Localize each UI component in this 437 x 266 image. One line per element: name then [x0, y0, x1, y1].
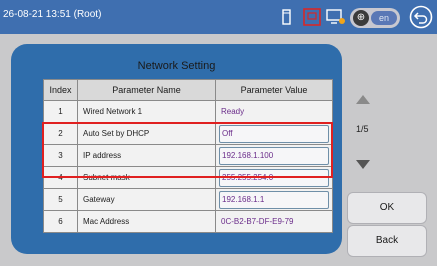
row-name: Auto Set by DHCP: [77, 122, 216, 145]
table-row[interactable]: 3 IP address 192.168.1.100: [43, 144, 333, 167]
table-row[interactable]: 1 Wired Network 1 Ready: [43, 100, 333, 123]
row-value: Ready: [221, 106, 245, 116]
header-value: Parameter Value: [215, 79, 333, 101]
subnet-mask-field[interactable]: 255.255.254.0: [219, 168, 329, 187]
row-name: Gateway: [77, 188, 216, 211]
ip-address-field[interactable]: 192.168.1.100: [219, 146, 329, 165]
header-name: Parameter Name: [77, 79, 216, 101]
page-up-icon[interactable]: [356, 95, 370, 104]
row-name: IP address: [77, 144, 216, 167]
panel-title: Network Setting: [137, 60, 216, 72]
dhcp-value-field[interactable]: Off: [219, 124, 329, 143]
row-index: 1: [43, 100, 78, 123]
datetime-label: 26-08-21 13:51 (Root): [3, 9, 102, 20]
network-icon[interactable]: [326, 8, 346, 26]
mac-address-value: 0C-B2-B7-DF-E9-79: [221, 216, 294, 226]
back-icon[interactable]: [409, 5, 433, 29]
table-row[interactable]: 5 Gateway 192.168.1.1: [43, 188, 333, 211]
device-icon[interactable]: [282, 8, 292, 26]
language-toggle[interactable]: ⊕ en: [350, 8, 400, 28]
table-row[interactable]: 4 Subnet mask 255.255.254.0: [43, 166, 333, 189]
row-name: Mac Address: [77, 210, 216, 233]
gateway-field[interactable]: 192.168.1.1: [219, 190, 329, 209]
row-index: 4: [43, 166, 78, 189]
table-row[interactable]: 2 Auto Set by DHCP Off: [43, 122, 333, 145]
row-name: Subnet mask: [77, 166, 216, 189]
parameter-table: Index Parameter Name Parameter Value 1 W…: [43, 79, 333, 233]
row-name: Wired Network 1: [77, 100, 216, 123]
status-bar: 26-08-21 13:51 (Root) ⊕ en: [0, 0, 437, 34]
globe-icon: ⊕: [353, 10, 369, 26]
page-indicator: 1/5: [356, 124, 369, 134]
language-label: en: [371, 11, 397, 25]
page-down-icon[interactable]: [356, 160, 370, 169]
row-index: 5: [43, 188, 78, 211]
row-index: 6: [43, 210, 78, 233]
network-setting-panel: Network Setting Index Parameter Name Par…: [11, 44, 342, 254]
header-index: Index: [43, 79, 78, 101]
ok-button[interactable]: OK: [347, 192, 427, 224]
table-header: Index Parameter Name Parameter Value: [43, 79, 333, 101]
row-index: 2: [43, 122, 78, 145]
row-index: 3: [43, 144, 78, 167]
back-button[interactable]: Back: [347, 225, 427, 257]
table-row[interactable]: 6 Mac Address 0C-B2-B7-DF-E9-79: [43, 210, 333, 233]
alarm-icon[interactable]: [303, 8, 321, 26]
